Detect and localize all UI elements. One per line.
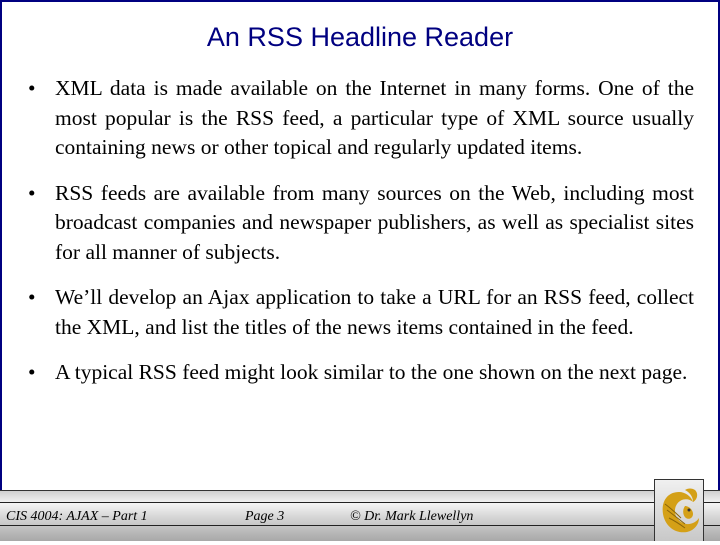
logo-box (654, 479, 704, 541)
bullet-item: • RSS feeds are available from many sour… (0, 179, 720, 268)
bullet-marker: • (28, 180, 36, 205)
bullet-list: • XML data is made available on the Inte… (0, 74, 720, 404)
bullet-text: We’ll develop an Ajax application to tak… (55, 285, 694, 339)
bullet-text: A typical RSS feed might look similar to… (55, 360, 688, 384)
bullet-item: • A typical RSS feed might look similar … (0, 358, 720, 388)
bullet-text: RSS feeds are available from many source… (55, 180, 694, 264)
footer-divider (0, 525, 720, 526)
footer-page-number: Page 3 (245, 509, 285, 524)
bullet-marker: • (28, 285, 36, 309)
bullet-marker: • (28, 360, 36, 384)
footer-divider (0, 502, 720, 503)
bullet-item: • We’ll develop an Ajax application to t… (0, 283, 720, 342)
pegasus-logo-icon (662, 488, 699, 533)
slide-title: An RSS Headline Reader (206, 22, 514, 52)
footer-course: CIS 4004: AJAX – Part 1 (6, 509, 148, 524)
bullet-text: XML data is made available on the Intern… (55, 76, 694, 159)
footer-copyright: © Dr. Mark Llewellyn (350, 509, 474, 524)
bullet-item: • XML data is made available on the Inte… (0, 74, 720, 163)
bullet-marker: • (28, 76, 36, 100)
